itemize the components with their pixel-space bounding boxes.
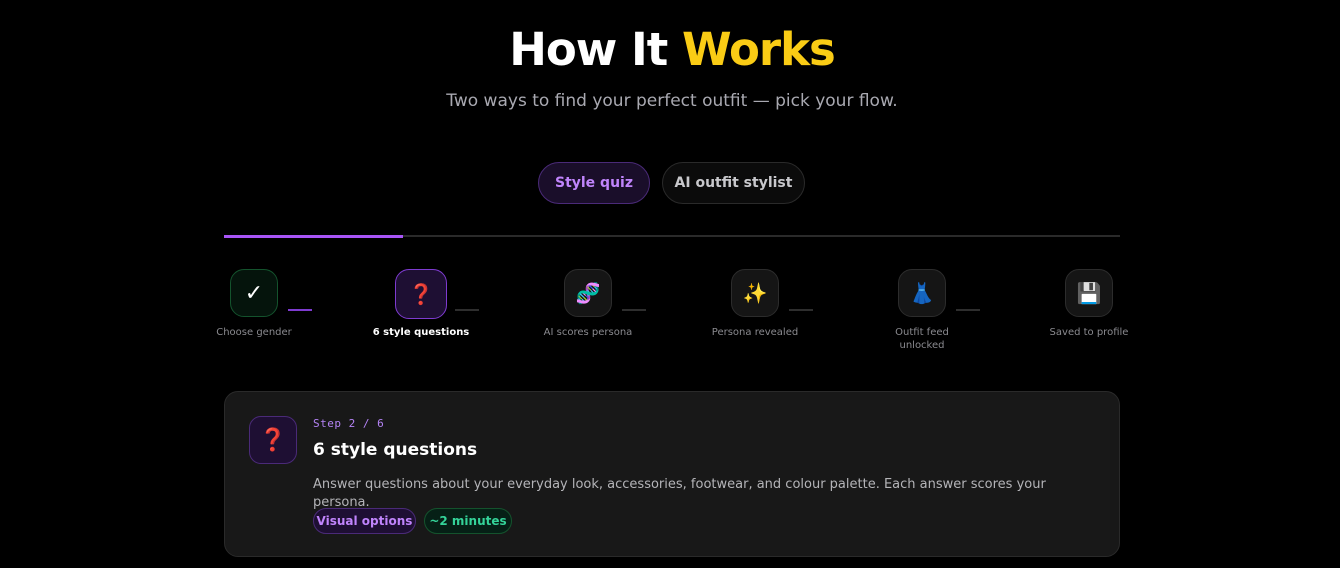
step-label: Outfit feed unlocked (895, 327, 949, 351)
title-part-2: Works (681, 23, 836, 76)
duration-badge: ~2 minutes (424, 508, 512, 534)
step-choose-gender[interactable]: ✓ Choose gender (204, 269, 304, 339)
tab-ai-outfit-stylist[interactable]: AI outfit stylist (662, 162, 805, 204)
check-icon: ✓ (230, 269, 278, 317)
step-title: 6 style questions (313, 440, 478, 460)
step-style-questions[interactable]: ❓ 6 style questions (371, 269, 471, 339)
flow-tabs: Style quiz AI outfit stylist (0, 162, 1340, 204)
title-part-1: How It (509, 23, 668, 76)
progress-fill (224, 235, 404, 238)
step-persona-revealed[interactable]: ✨ Persona revealed (705, 269, 805, 339)
dna-icon: 🧬 (564, 269, 612, 317)
progress-track (224, 235, 1120, 238)
step-label: Persona revealed (711, 327, 799, 338)
sparkles-icon: ✨ (731, 269, 779, 317)
tab-style-quiz[interactable]: Style quiz (538, 162, 650, 204)
step-connector (622, 309, 646, 311)
step-detail-card: ❓ Step 2 / 6 6 style questions Answer qu… (224, 391, 1120, 557)
step-connector (789, 309, 813, 311)
step-label: AI scores persona (543, 327, 633, 338)
dress-icon: 👗 (898, 269, 946, 317)
step-saved-to-profile[interactable]: 💾 Saved to profile (1039, 269, 1139, 339)
question-icon: ❓ (395, 269, 447, 319)
visual-options-badge: Visual options (313, 508, 416, 534)
step-label: 6 style questions (372, 327, 470, 338)
step-connector (288, 309, 312, 311)
step-counter: Step 2 / 6 (313, 417, 385, 430)
page-subtitle: Two ways to find your perfect outfit — p… (446, 91, 898, 111)
step-connector (455, 309, 479, 311)
step-connector (956, 309, 980, 311)
how-it-works-section: How It Works Two ways to find your perfe… (0, 0, 1340, 568)
floppy-disk-icon: 💾 (1065, 269, 1113, 317)
step-label: Saved to profile (1049, 327, 1129, 338)
step-label: Choose gender (216, 327, 292, 338)
page-title: How It Works (0, 22, 1340, 78)
step-description: Answer questions about your everyday loo… (313, 477, 1046, 510)
step-ai-scores-persona[interactable]: 🧬 AI scores persona (538, 269, 638, 339)
question-icon: ❓ (249, 416, 297, 464)
